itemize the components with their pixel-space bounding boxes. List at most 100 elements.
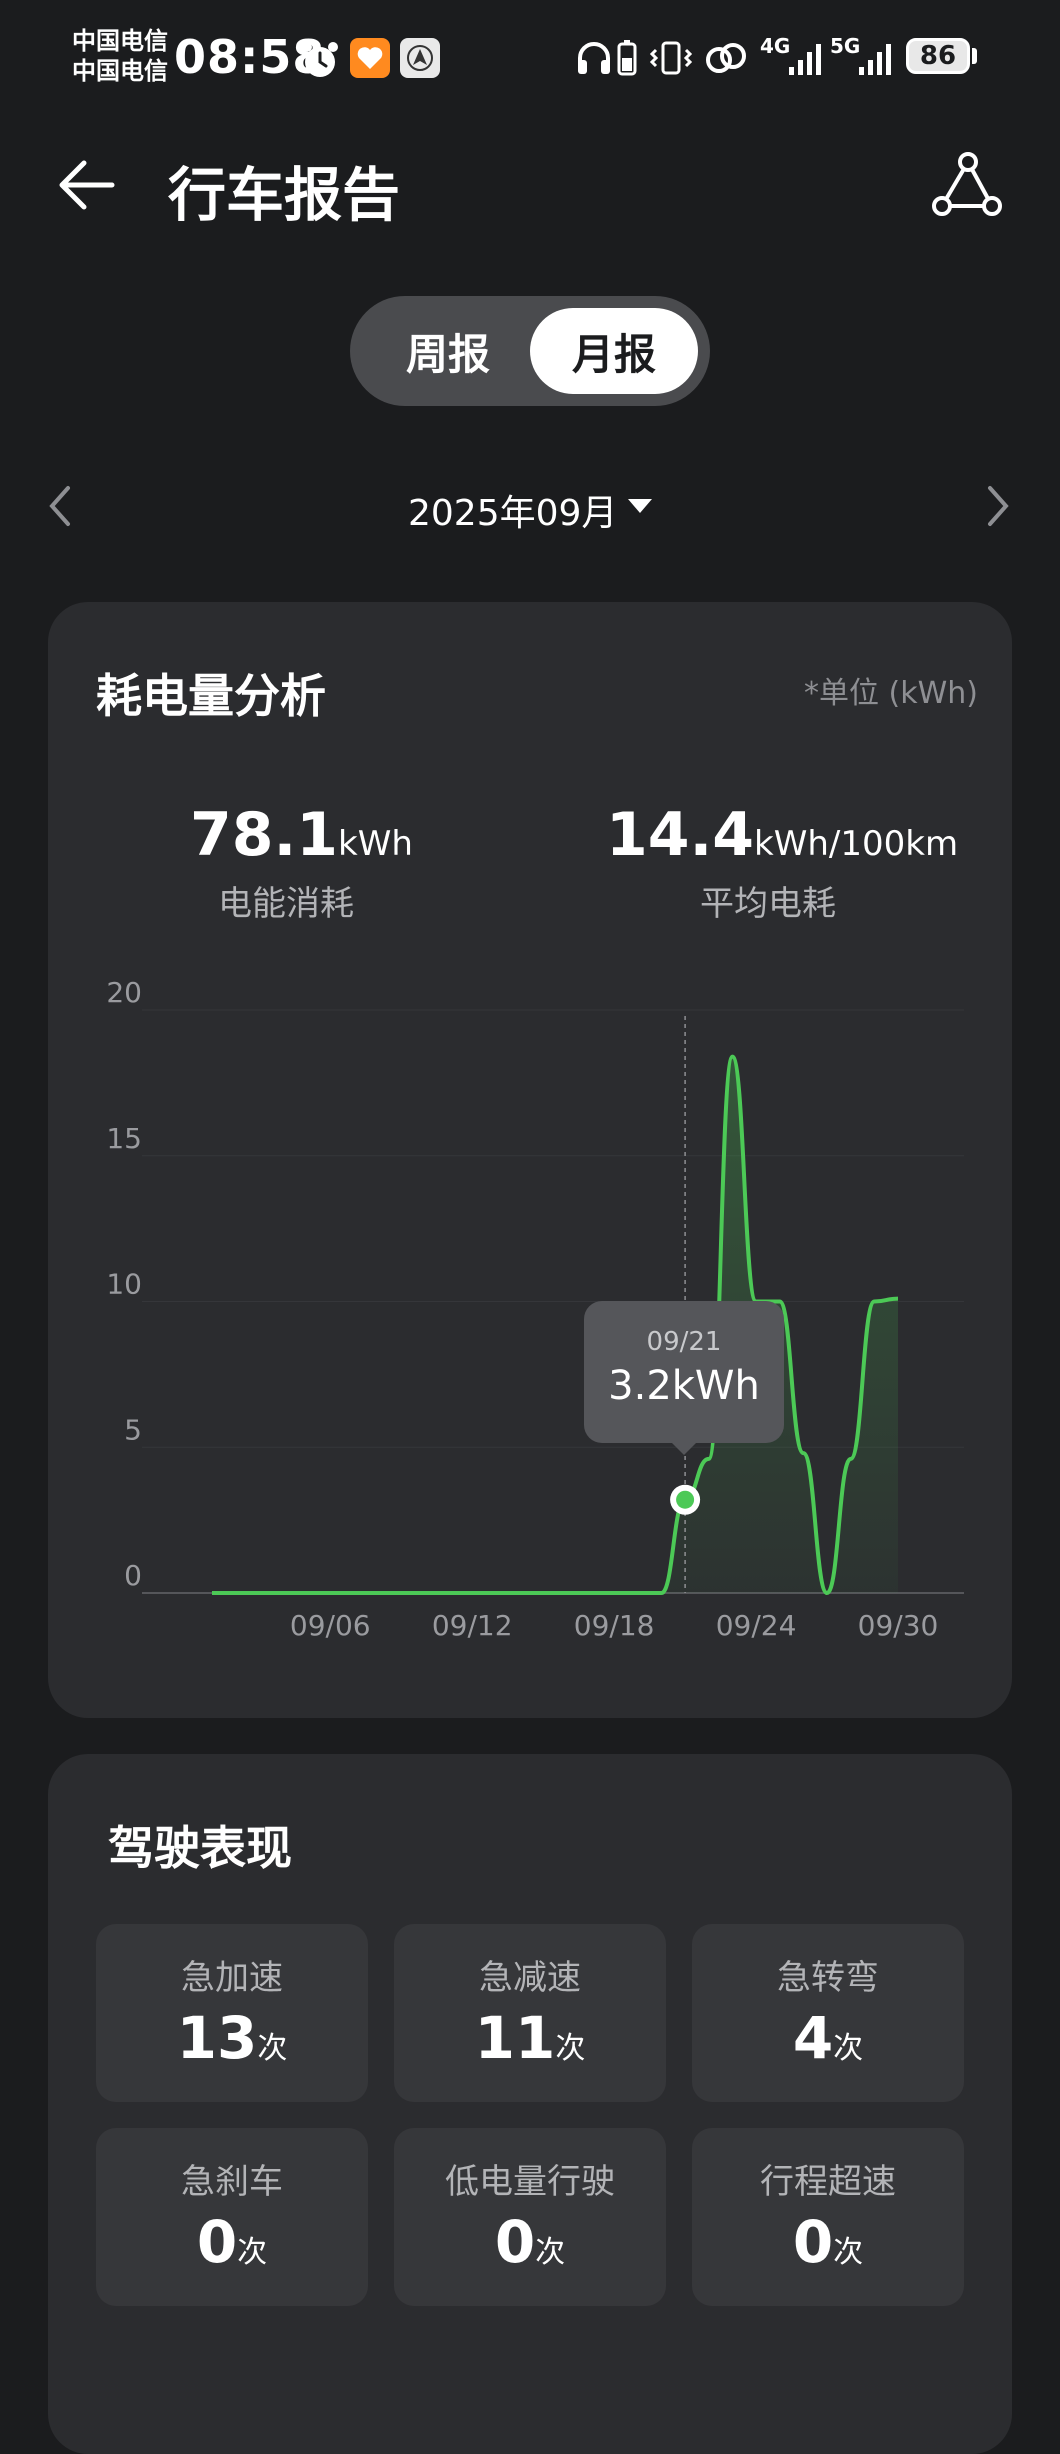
y-tick-label: 10 [106, 1268, 142, 1301]
y-tick-label: 0 [124, 1559, 142, 1592]
data-point [896, 1297, 900, 1301]
battery-tip [972, 48, 977, 64]
total-energy-unit: kWh [338, 824, 413, 864]
arrow-left-icon [59, 160, 115, 210]
metric-label: 急刹车 [181, 2162, 283, 2202]
share-icon [932, 152, 1002, 216]
y-tick-label: 20 [106, 976, 142, 1009]
metric-label: 急转弯 [777, 1958, 879, 1998]
total-energy-value: 78.1 [190, 800, 339, 870]
chart-tooltip: 09/21 3.2kWh [584, 1301, 784, 1443]
data-point [470, 1591, 474, 1595]
metric-label: 低电量行驶 [445, 2162, 615, 2202]
x-tick-label: 09/30 [858, 1609, 939, 1642]
page-title: 行车报告 [168, 161, 401, 229]
avg-consumption-label: 平均电耗 [700, 884, 836, 924]
data-point [730, 1055, 734, 1059]
data-point [210, 1591, 214, 1595]
driving-card-title: 驾驶表现 [108, 1821, 292, 1875]
avg-consumption-value: 14.4 [606, 800, 755, 870]
y-tick-label: 5 [124, 1413, 142, 1446]
highlight-marker [676, 1490, 695, 1509]
earbud-battery-icon [614, 38, 640, 78]
tooltip-value: 3.2kWh [608, 1363, 760, 1409]
metric-value: 0次 [196, 2208, 268, 2276]
energy-line-chart[interactable]: 20 15 10 5 0 09/06 09/12 09/18 09/24 09/30 [0, 960, 1060, 1660]
month-label[interactable]: 2025年09月 [408, 484, 617, 536]
data-point [376, 1591, 380, 1595]
metric-label: 行程超速 [760, 2162, 896, 2202]
avg-consumption-unit: kWh/100km [754, 824, 959, 864]
headphones-icon [574, 38, 614, 78]
avg-consumption: 14.4kWh/100km [606, 800, 958, 870]
data-point [423, 1591, 427, 1595]
vibrate-icon [650, 38, 692, 78]
metric-tile-low-battery-driving[interactable]: 低电量行驶 0次 [394, 2128, 666, 2306]
caret-down-icon[interactable] [628, 499, 652, 513]
metric-tile-sharp-turn[interactable]: 急转弯 4次 [692, 1924, 964, 2102]
carrier-1: 中国电信 [72, 27, 168, 55]
metric-tile-hard-acceleration[interactable]: 急加速 13次 [96, 1924, 368, 2102]
data-point [234, 1591, 238, 1595]
data-point [447, 1591, 451, 1595]
data-point [518, 1591, 522, 1595]
metric-label: 急减速 [479, 1958, 581, 1998]
tab-week-report[interactable]: 周报 [364, 308, 532, 394]
x-tick-label: 09/24 [716, 1609, 797, 1642]
data-point [257, 1591, 261, 1595]
metric-value: 4次 [792, 2004, 864, 2072]
period-toggle: 周报 月报 [350, 296, 710, 406]
energy-card-title: 耗电量分析 [96, 669, 326, 723]
data-point [352, 1591, 356, 1595]
total-energy: 78.1kWh [190, 800, 413, 870]
metric-value: 0次 [494, 2208, 566, 2276]
battery-level: 86 [906, 38, 970, 74]
chevron-left-icon [49, 486, 70, 526]
carrier-2: 中国电信 [72, 57, 168, 85]
signal-icon-1 [786, 40, 824, 78]
y-tick-label: 15 [106, 1122, 142, 1155]
metric-tile-emergency-brake[interactable]: 急刹车 0次 [96, 2128, 368, 2306]
map-app-icon [400, 38, 440, 78]
x-tick-label: 09/12 [432, 1609, 513, 1642]
metric-value: 11次 [474, 2004, 586, 2072]
signal-icon-2 [856, 40, 894, 78]
data-point [541, 1591, 545, 1595]
metric-tile-hard-braking-decel[interactable]: 急减速 11次 [394, 1924, 666, 2102]
x-tick-label: 09/18 [574, 1609, 655, 1642]
health-app-icon [350, 38, 390, 78]
data-point [494, 1591, 498, 1595]
unit-note: *单位 (kWh) [804, 676, 978, 711]
data-point [588, 1591, 592, 1595]
data-point [565, 1591, 569, 1595]
series-area [212, 1056, 898, 1593]
tooltip-date: 09/21 [646, 1327, 722, 1357]
metric-value: 13次 [176, 2004, 288, 2072]
tab-month-report[interactable]: 月报 [530, 308, 698, 394]
chevron-right-icon [988, 486, 1009, 526]
metric-label: 急加速 [181, 1958, 283, 1998]
status-carrier: 中国电信 中国电信 [72, 26, 168, 86]
x-tick-label: 09/06 [290, 1609, 371, 1642]
back-button[interactable] [52, 150, 132, 220]
prev-month-button[interactable] [42, 478, 82, 534]
data-point [778, 1300, 782, 1304]
data-point [281, 1591, 285, 1595]
data-point [707, 1457, 711, 1461]
data-point [825, 1591, 829, 1595]
data-point [849, 1457, 853, 1461]
data-point [612, 1591, 616, 1595]
data-point [305, 1591, 309, 1595]
share-button[interactable] [930, 148, 1004, 222]
data-point [636, 1591, 640, 1595]
next-month-button[interactable] [980, 478, 1020, 534]
alarm-icon [298, 38, 342, 82]
data-point [659, 1591, 663, 1595]
data-point [328, 1591, 332, 1595]
metric-value: 0次 [792, 2208, 864, 2276]
tooltip-tail [672, 1443, 696, 1455]
metric-tile-trip-speeding[interactable]: 行程超速 0次 [692, 2128, 964, 2306]
total-energy-label: 电能消耗 [218, 884, 354, 924]
data-point [872, 1300, 876, 1304]
data-point [801, 1451, 805, 1455]
